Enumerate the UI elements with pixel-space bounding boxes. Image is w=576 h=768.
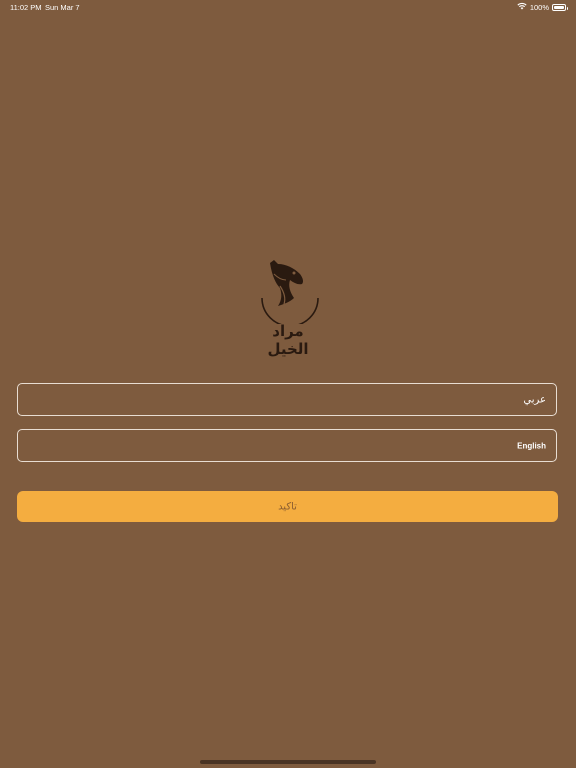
confirm-button-label: تاكيد	[278, 501, 297, 512]
english-language-option[interactable]: English	[17, 429, 557, 462]
wifi-icon	[517, 2, 527, 12]
arabic-language-option[interactable]: عربي	[17, 383, 557, 416]
battery-icon	[552, 3, 568, 11]
status-indicators: 100%	[517, 2, 568, 12]
status-time: 11:02 PM	[10, 3, 42, 12]
horse-head-icon	[250, 258, 326, 324]
status-bar: 11:02 PM Sun Mar 7 100%	[0, 0, 576, 14]
confirm-button[interactable]: تاكيد	[17, 491, 558, 522]
home-indicator	[200, 760, 376, 764]
arabic-language-label: عربي	[523, 394, 546, 405]
app-logo: مراد الخيل	[250, 258, 326, 358]
english-language-label: English	[517, 441, 546, 450]
logo-text: مراد الخيل	[267, 322, 309, 358]
battery-percent: 100%	[529, 2, 549, 12]
status-date: Sun Mar 7	[45, 3, 80, 12]
